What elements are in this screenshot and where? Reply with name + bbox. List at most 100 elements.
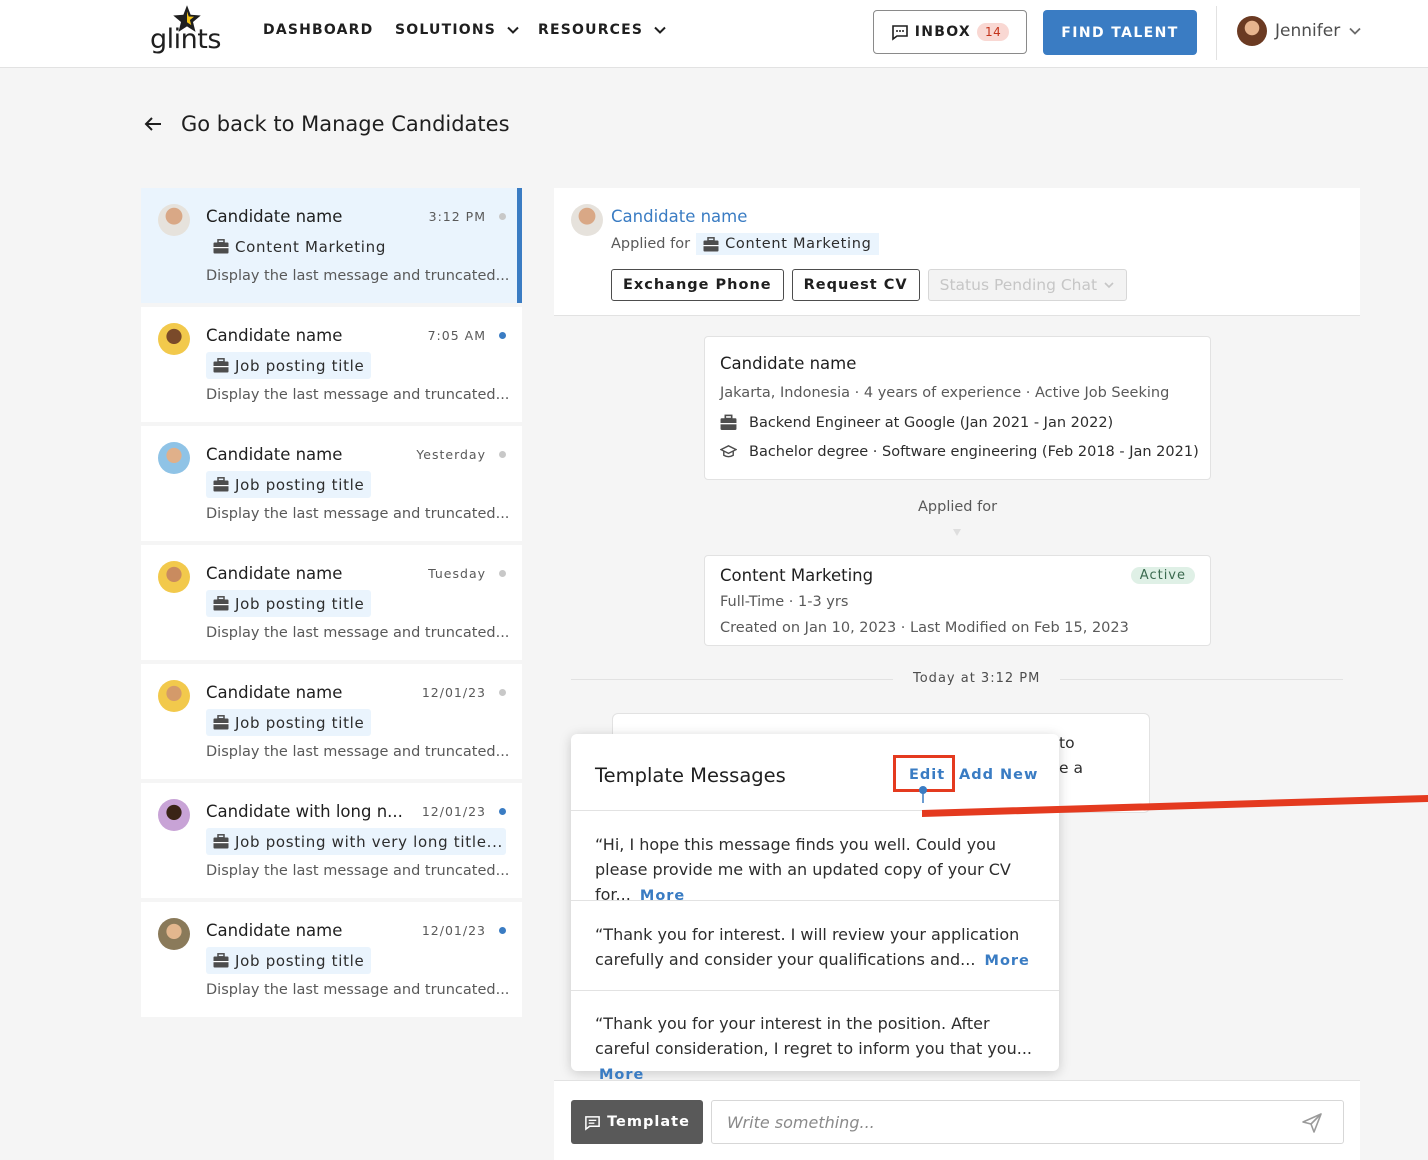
unread-dot <box>499 927 506 934</box>
profile-experience: Backend Engineer at Google (Jan 2021 - J… <box>720 414 1113 431</box>
candidate-job-title: Job posting title <box>235 594 365 613</box>
candidate-time: 3:12 PM <box>428 209 486 224</box>
template-button-label: Template <box>607 1114 690 1130</box>
chat-icon <box>891 25 908 41</box>
back-link-label: Go back to Manage Candidates <box>181 112 510 136</box>
arrow-down-icon <box>953 529 961 536</box>
avatar <box>158 323 190 355</box>
avatar <box>158 561 190 593</box>
candidate-name: Candidate name <box>206 921 343 940</box>
candidate-job-title: Job posting title <box>235 951 365 970</box>
more-link[interactable]: More <box>985 953 1030 969</box>
candidate-last-message: Display the last message and truncated..… <box>206 387 510 403</box>
inbox-count-badge: 14 <box>977 23 1010 41</box>
applied-job-tag: Content Marketing <box>696 233 879 255</box>
top-navbar: glints DASHBOARD SOLUTIONS RESOURCES INB… <box>0 0 1428 68</box>
template-item-text: “Hi, I hope this message finds you well.… <box>595 832 1037 909</box>
job-title: Content Marketing <box>720 566 874 585</box>
candidate-name: Candidate name <box>206 207 343 226</box>
candidate-name: Candidate with long n... <box>206 802 403 821</box>
nav-solutions-label: SOLUTIONS <box>395 22 497 38</box>
candidate-job-title: Job posting title <box>235 713 365 732</box>
chat-header: Candidate name Applied for Content Marke… <box>554 188 1360 316</box>
message-bubble-text: to e a <box>1059 734 1083 777</box>
template-item[interactable]: “Thank you for your interest in the posi… <box>571 990 1059 1083</box>
profile-meta: Jakarta, Indonesia · 4 years of experien… <box>720 385 1170 401</box>
candidate-job-tag: Job posting title <box>206 590 372 617</box>
message-input[interactable] <box>711 1100 1344 1144</box>
candidate-job-tag: Job posting with very long title... <box>206 828 506 855</box>
candidate-list: Candidate name 3:12 PM Content Marketing… <box>141 188 522 1021</box>
find-talent-button[interactable]: FIND TALENT <box>1043 10 1197 55</box>
avatar <box>571 204 603 236</box>
briefcase-icon <box>213 715 229 730</box>
candidate-job-tag: Content Marketing <box>206 233 393 260</box>
avatar <box>158 680 190 712</box>
read-status-dot <box>499 570 506 577</box>
briefcase-icon <box>213 358 229 373</box>
chat-actions: Exchange Phone Request CV Status Pending… <box>611 269 1128 301</box>
candidate-list-item[interactable]: Candidate name Yesterday Job posting tit… <box>141 426 522 541</box>
candidate-list-item[interactable]: Candidate name 7:05 AM Job posting title… <box>141 307 522 422</box>
job-card[interactable]: Content Marketing Active Full-Time · 1-3… <box>704 555 1211 646</box>
candidate-list-item[interactable]: Candidate with long n... 12/01/23 Job po… <box>141 783 522 898</box>
briefcase-icon <box>213 596 229 611</box>
exchange-phone-button[interactable]: Exchange Phone <box>611 269 784 301</box>
candidate-last-message: Display the last message and truncated..… <box>206 863 510 879</box>
nav-divider <box>1216 6 1217 60</box>
avatar <box>158 799 190 831</box>
candidate-list-item[interactable]: Candidate name Tuesday Job posting title… <box>141 545 522 660</box>
candidate-job-tag: Job posting title <box>206 471 372 498</box>
candidate-name: Candidate name <box>206 326 343 345</box>
nav-resources[interactable]: RESOURCES <box>538 22 667 38</box>
candidate-last-message: Display the last message and truncated..… <box>206 744 510 760</box>
avatar <box>158 918 190 950</box>
user-menu[interactable]: Jennifer <box>1237 16 1362 46</box>
candidate-job-title: Job posting with very long title... <box>235 832 504 851</box>
candidate-name: Candidate name <box>206 445 343 464</box>
candidate-job-tag: Job posting title <box>206 709 372 736</box>
briefcase-icon <box>720 414 737 430</box>
job-dates: Created on Jan 10, 2023 · Last Modified … <box>720 620 1129 636</box>
status-dropdown: Status Pending Chat <box>927 269 1128 301</box>
candidate-last-message: Display the last message and truncated..… <box>206 625 510 641</box>
inbox-button[interactable]: INBOX 14 <box>873 10 1027 54</box>
annotation-highlight-box <box>893 755 955 792</box>
candidate-list-item[interactable]: Candidate name 3:12 PM Content Marketing… <box>141 188 522 303</box>
arrow-left-icon <box>144 117 161 131</box>
candidate-list-item[interactable]: Candidate name 12/01/23 Job posting titl… <box>141 664 522 779</box>
unread-dot <box>499 332 506 339</box>
template-button[interactable]: Template <box>571 1100 703 1144</box>
send-icon[interactable] <box>1301 1112 1323 1134</box>
applied-for-divider: Applied for <box>918 499 998 515</box>
candidate-time: 12/01/23 <box>421 804 486 819</box>
day-separator: Today at 3:12 PM <box>571 669 1343 689</box>
read-status-dot <box>499 451 506 458</box>
candidate-list-item[interactable]: Candidate name 12/01/23 Job posting titl… <box>141 902 522 1017</box>
candidate-time: 12/01/23 <box>421 923 486 938</box>
template-item-text: “Thank you for your interest in the posi… <box>595 1011 1037 1088</box>
profile-name: Candidate name <box>720 354 857 373</box>
chat-candidate-name[interactable]: Candidate name <box>611 207 747 226</box>
inbox-label: INBOX <box>914 24 971 40</box>
template-item[interactable]: “Hi, I hope this message finds you well.… <box>571 811 1059 904</box>
avatar <box>158 204 190 236</box>
nav-solutions[interactable]: SOLUTIONS <box>395 22 520 38</box>
avatar <box>1237 16 1267 46</box>
back-link[interactable]: Go back to Manage Candidates <box>143 112 510 136</box>
nav-dashboard-label: DASHBOARD <box>263 22 374 38</box>
nav-dashboard[interactable]: DASHBOARD <box>263 22 374 38</box>
avatar <box>158 442 190 474</box>
candidate-last-message: Display the last message and truncated..… <box>206 268 510 284</box>
message-composer: Template <box>554 1080 1360 1160</box>
template-popup-title: Template Messages <box>595 764 786 787</box>
request-cv-button[interactable]: Request CV <box>791 269 920 301</box>
glints-logo[interactable]: glints <box>150 4 230 64</box>
chevron-down-icon <box>1349 27 1361 35</box>
briefcase-icon <box>213 953 229 968</box>
candidate-time: Yesterday <box>416 447 486 462</box>
add-new-template-link[interactable]: Add New <box>959 767 1038 783</box>
template-item[interactable]: “Thank you for interest. I will review y… <box>571 901 1059 991</box>
candidate-job-tag: Job posting title <box>206 947 372 974</box>
briefcase-icon <box>213 477 229 492</box>
